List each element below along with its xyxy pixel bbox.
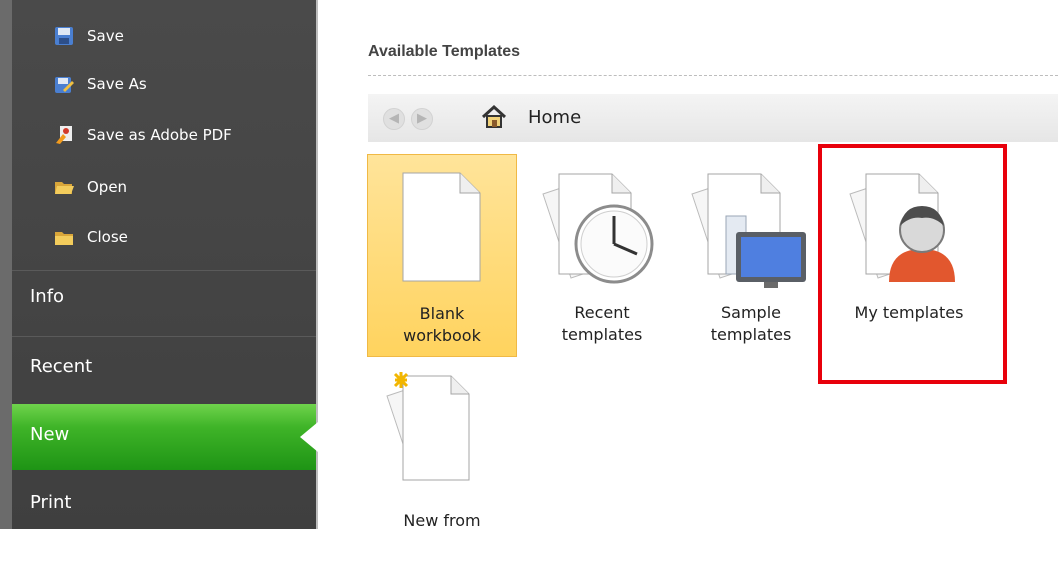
tab-print[interactable]: Print [30, 492, 71, 513]
sidebar-separator [12, 336, 316, 337]
save-label: Save [87, 27, 124, 45]
tab-info-label: Info [30, 286, 65, 307]
blank-document-icon [402, 172, 481, 282]
close-button[interactable]: Close [54, 223, 128, 251]
template-navigation-bar: ◀ ▶ Home [368, 94, 1058, 142]
close-folder-icon [54, 227, 74, 247]
forward-arrow-icon[interactable]: ▶ [411, 108, 433, 130]
save-as-icon [54, 74, 74, 94]
title-divider [368, 75, 1058, 76]
template-blank-workbook[interactable]: Blank workbook [367, 154, 517, 357]
breadcrumb-home[interactable]: Home [528, 107, 581, 128]
adobe-pdf-icon [54, 125, 74, 145]
page-title: Available Templates [368, 43, 521, 60]
close-label: Close [87, 228, 128, 246]
tab-recent[interactable]: Recent [30, 356, 92, 377]
home-icon[interactable] [480, 104, 508, 134]
tab-new-pointer [300, 422, 318, 452]
sidebar-edge [0, 0, 12, 529]
template-recent-templates[interactable]: Recent templates [527, 154, 677, 357]
template-label: Sample templates [710, 303, 792, 344]
template-new-from[interactable]: New from [367, 362, 517, 565]
save-icon [54, 26, 74, 46]
tab-print-label: Print [30, 492, 72, 513]
tab-new-label: New [30, 424, 70, 445]
tab-recent-label: Recent [30, 356, 93, 377]
clock-document-icon [542, 173, 654, 284]
save-as-adobe-pdf-label: Save as Adobe PDF [87, 126, 232, 144]
save-button[interactable]: Save [54, 22, 124, 50]
tab-new[interactable]: New [30, 424, 69, 445]
template-sample-templates[interactable]: Sample templates [676, 154, 826, 357]
open-folder-icon [54, 177, 74, 197]
save-as-adobe-pdf-button[interactable]: Save as Adobe PDF [54, 121, 232, 149]
template-label: Recent templates [561, 303, 643, 344]
save-as-label: Save As [87, 75, 147, 93]
save-as-button[interactable]: Save As [54, 70, 147, 98]
template-label: Blank workbook [403, 304, 481, 345]
back-arrow-icon[interactable]: ◀ [383, 108, 405, 130]
new-document-sparkle-icon [386, 372, 470, 481]
open-button[interactable]: Open [54, 173, 127, 201]
open-label: Open [87, 178, 128, 196]
computer-document-icon [691, 173, 806, 288]
tab-info[interactable]: Info [30, 286, 64, 307]
highlight-annotation [818, 144, 1007, 384]
sidebar-separator [12, 270, 316, 271]
